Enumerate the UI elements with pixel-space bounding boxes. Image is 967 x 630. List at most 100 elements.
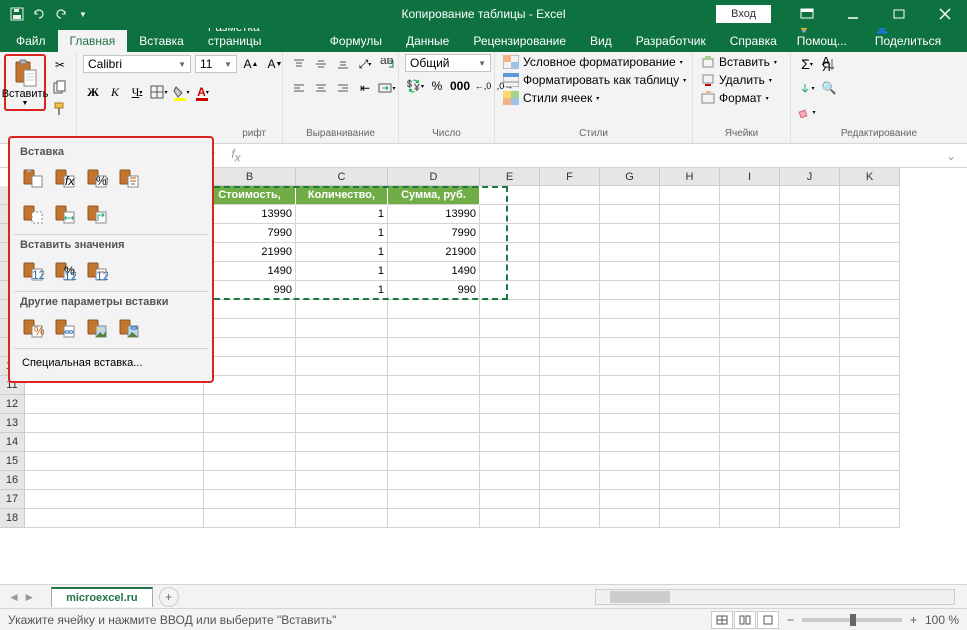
column-header[interactable]: J <box>780 168 840 186</box>
row-header[interactable]: 16 <box>0 471 25 490</box>
fb-expand-icon[interactable]: ⌄ <box>939 146 963 166</box>
paste-keep-source-icon[interactable] <box>114 164 144 192</box>
cell[interactable] <box>780 243 840 262</box>
align-center-icon[interactable] <box>311 78 331 98</box>
column-header[interactable]: G <box>600 168 660 186</box>
increase-decimal-icon[interactable]: ←,0 <box>473 76 493 96</box>
cell[interactable]: Стоимость, руб. <box>204 186 296 205</box>
conditional-formatting[interactable]: Условное форматирование ▾ <box>501 54 688 70</box>
paste-values-number-icon[interactable]: %123 <box>50 257 80 285</box>
cell[interactable] <box>600 490 660 509</box>
cell[interactable] <box>388 414 480 433</box>
undo-icon[interactable] <box>30 5 48 23</box>
cell[interactable] <box>840 509 900 528</box>
cell[interactable] <box>25 490 204 509</box>
cell[interactable] <box>780 186 840 205</box>
cell[interactable]: 21900 <box>388 243 480 262</box>
fill-icon[interactable]: ▾ <box>797 78 817 98</box>
tab-help[interactable]: Справка <box>718 30 789 52</box>
cell[interactable] <box>25 509 204 528</box>
align-middle-icon[interactable] <box>311 54 331 74</box>
cell[interactable] <box>480 452 540 471</box>
cell[interactable] <box>540 262 600 281</box>
align-left-icon[interactable] <box>289 78 309 98</box>
italic-button[interactable]: К <box>105 82 125 102</box>
decrease-font-icon[interactable]: A▼ <box>265 54 285 74</box>
paste-link-icon[interactable] <box>50 314 80 342</box>
cell[interactable] <box>540 490 600 509</box>
cell[interactable] <box>600 471 660 490</box>
paste-keep-width-icon[interactable] <box>50 200 80 228</box>
cell[interactable] <box>296 300 388 319</box>
format-as-table[interactable]: Форматировать как таблицу ▾ <box>501 72 688 88</box>
cell[interactable] <box>296 433 388 452</box>
qat-dropdown-icon[interactable]: ▼ <box>74 5 92 23</box>
cell[interactable]: 13990 <box>204 205 296 224</box>
signin-button[interactable]: Вход <box>716 5 771 23</box>
cell[interactable] <box>296 357 388 376</box>
column-header[interactable]: F <box>540 168 600 186</box>
borders-icon[interactable]: ▾ <box>149 82 169 102</box>
format-painter-icon[interactable] <box>50 100 70 118</box>
align-right-icon[interactable] <box>333 78 353 98</box>
cell[interactable] <box>540 509 600 528</box>
paste-transpose-icon[interactable] <box>82 200 112 228</box>
cell[interactable] <box>25 433 204 452</box>
cell[interactable] <box>840 224 900 243</box>
cell[interactable] <box>204 319 296 338</box>
cell[interactable] <box>840 471 900 490</box>
cell[interactable] <box>296 319 388 338</box>
cell[interactable] <box>540 452 600 471</box>
cell[interactable] <box>480 243 540 262</box>
cell[interactable] <box>388 471 480 490</box>
cell[interactable] <box>600 300 660 319</box>
cell[interactable] <box>388 319 480 338</box>
cell[interactable] <box>540 471 600 490</box>
cell[interactable] <box>660 205 720 224</box>
cell[interactable] <box>204 376 296 395</box>
cell[interactable] <box>296 395 388 414</box>
column-header[interactable]: H <box>660 168 720 186</box>
cell[interactable] <box>480 281 540 300</box>
cell[interactable] <box>840 319 900 338</box>
view-page-layout-icon[interactable] <box>734 611 756 629</box>
paste-no-borders-icon[interactable] <box>18 200 48 228</box>
cell[interactable] <box>600 414 660 433</box>
cell[interactable] <box>780 395 840 414</box>
increase-font-icon[interactable]: A▲ <box>241 54 261 74</box>
view-normal-icon[interactable] <box>711 611 733 629</box>
cell[interactable] <box>600 262 660 281</box>
cell[interactable]: 13990 <box>388 205 480 224</box>
font-color-icon[interactable]: A▾ <box>193 82 213 102</box>
cell[interactable] <box>600 243 660 262</box>
cell[interactable] <box>25 471 204 490</box>
cell[interactable] <box>204 395 296 414</box>
cell[interactable] <box>600 357 660 376</box>
cell[interactable]: 1 <box>296 262 388 281</box>
cell[interactable] <box>660 509 720 528</box>
tab-view[interactable]: Вид <box>578 30 624 52</box>
tab-file[interactable]: Файл <box>4 30 58 52</box>
cell[interactable] <box>840 338 900 357</box>
cell[interactable] <box>780 433 840 452</box>
maximize-icon[interactable] <box>877 0 921 28</box>
cell[interactable] <box>660 490 720 509</box>
cell[interactable] <box>720 281 780 300</box>
cell[interactable] <box>840 281 900 300</box>
cell[interactable]: 1 <box>296 243 388 262</box>
row-header[interactable]: 15 <box>0 452 25 471</box>
row-header[interactable]: 14 <box>0 433 25 452</box>
cell[interactable] <box>600 319 660 338</box>
cell[interactable] <box>780 452 840 471</box>
autosum-icon[interactable]: Σ▾ <box>797 54 817 74</box>
cell[interactable] <box>204 300 296 319</box>
cell[interactable] <box>720 395 780 414</box>
cell[interactable] <box>720 357 780 376</box>
paste-formatting-icon[interactable]: % <box>18 314 48 342</box>
fill-color-icon[interactable]: ▾ <box>171 82 191 102</box>
decrease-decimal-icon[interactable]: ,0→ <box>495 76 515 96</box>
cell[interactable] <box>480 395 540 414</box>
cell-styles[interactable]: Стили ячеек ▾ <box>501 90 688 106</box>
cell[interactable] <box>25 452 204 471</box>
cell[interactable] <box>720 509 780 528</box>
